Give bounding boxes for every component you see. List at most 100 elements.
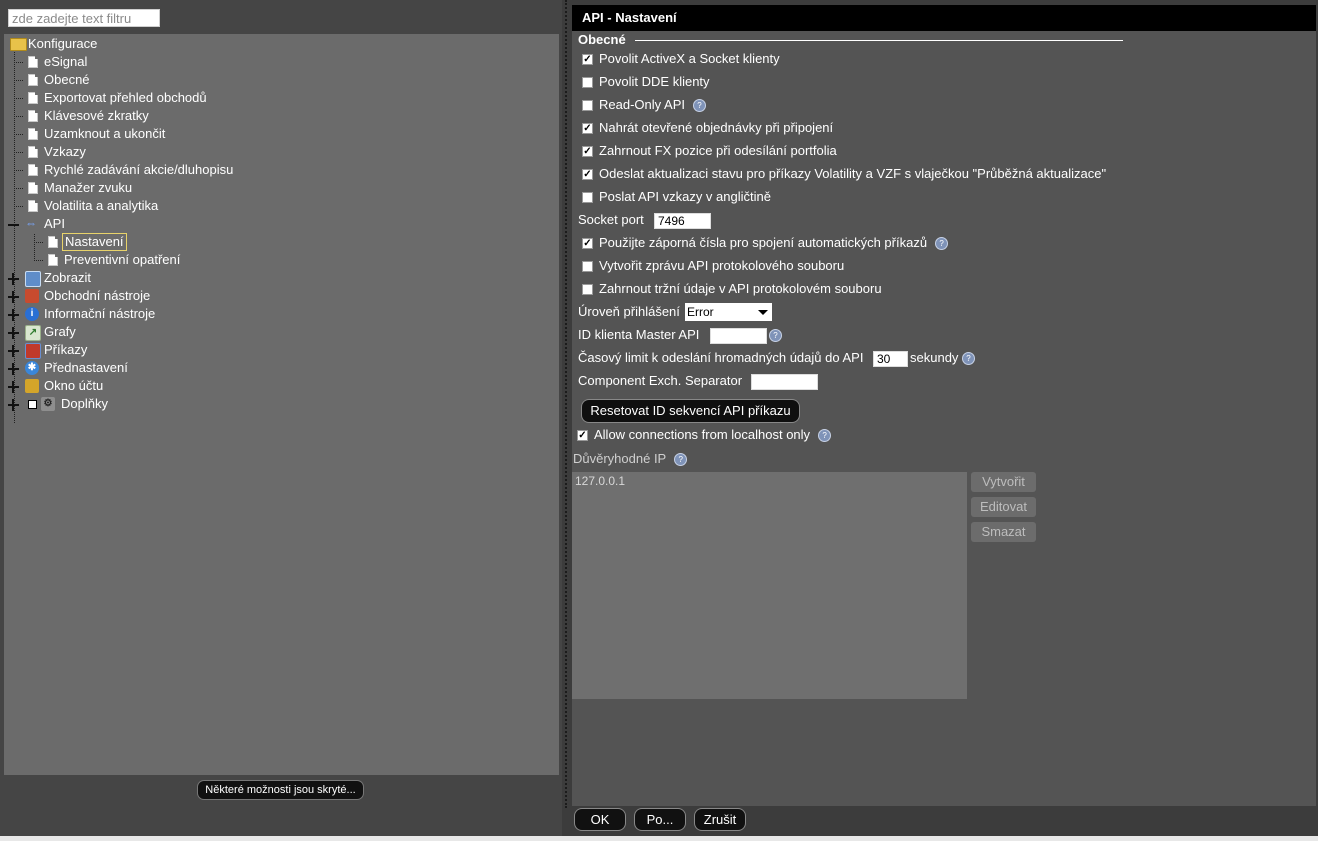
apply-button[interactable]: Po... <box>635 809 685 830</box>
panel-divider[interactable] <box>565 0 567 808</box>
tree-item-label: Klávesové zkratky <box>44 108 149 123</box>
tree-item-label: Přednastavení <box>44 360 128 375</box>
tree-item-label: Okno účtu <box>44 378 104 393</box>
checkbox[interactable] <box>582 100 593 111</box>
hidden-options-button[interactable]: Některé možnosti jsou skryté... <box>198 781 363 799</box>
component-separator-input[interactable] <box>751 374 818 390</box>
expand-icon[interactable] <box>8 291 19 303</box>
document-icon <box>28 200 38 212</box>
checkbox[interactable]: ✓ <box>577 430 588 441</box>
tree-item-label: Informační nástroje <box>44 306 156 321</box>
trading-tools-icon <box>25 289 39 303</box>
folder-icon <box>10 38 27 51</box>
log-level-value: Error <box>687 305 714 319</box>
section-divider <box>635 40 1123 41</box>
document-icon <box>48 236 58 248</box>
expand-icon[interactable] <box>8 363 19 375</box>
chevron-down-icon <box>758 310 768 315</box>
expand-icon[interactable] <box>8 273 19 285</box>
checkbox-label: Použijte záporná čísla pro spojení autom… <box>599 235 928 250</box>
collapse-icon[interactable] <box>8 219 19 230</box>
document-icon <box>28 56 38 68</box>
orders-icon <box>25 343 41 359</box>
socket-port-input[interactable]: 7496 <box>654 213 711 229</box>
checkbox-label: Allow connections from localhost only <box>594 427 811 442</box>
reset-sequence-ids-button[interactable]: Resetovat ID sekvencí API příkazu <box>582 400 799 422</box>
tree-item-label: Grafy <box>44 324 76 339</box>
master-client-id-label: ID klienta Master API <box>578 327 700 342</box>
filter-input[interactable] <box>8 9 160 27</box>
help-icon[interactable]: ? <box>818 429 832 443</box>
help-icon[interactable]: ? <box>962 352 975 365</box>
help-icon[interactable]: ? <box>935 237 949 251</box>
tree-item-label: Vzkazy <box>44 144 86 159</box>
expand-icon[interactable] <box>8 327 19 339</box>
timeout-input[interactable]: 30 <box>873 351 908 367</box>
tree-item-label: Uzamknout a ukončit <box>44 126 166 141</box>
document-icon <box>48 254 58 266</box>
tree-item-label: Preventivní opatření <box>64 252 181 267</box>
socket-port-label: Socket port <box>578 212 644 227</box>
checkbox-label: Zahrnout tržní údaje v API protokolovém … <box>599 281 882 296</box>
tree-item-label: eSignal <box>44 54 88 69</box>
checkbox[interactable]: ✓ <box>582 146 593 157</box>
document-icon <box>28 146 38 158</box>
tree-item-label: Zobrazit <box>44 270 91 285</box>
trusted-ip-list[interactable]: 127.0.0.1 <box>572 472 967 699</box>
document-icon <box>28 110 38 122</box>
taskbar-strip <box>0 836 1318 841</box>
timeout-unit: sekundy <box>910 350 959 365</box>
tree-item-label: Manažer zvuku <box>44 180 133 195</box>
document-icon <box>28 182 38 194</box>
cancel-button[interactable]: Zrušit <box>695 809 745 830</box>
tree-item-label: Doplňky <box>61 396 108 411</box>
expand-icon[interactable] <box>8 345 19 357</box>
section-title: Obecné <box>578 32 626 47</box>
list-item[interactable]: 127.0.0.1 <box>575 474 625 488</box>
edit-ip-button[interactable]: Editovat <box>971 497 1036 517</box>
tree-item-label: Rychlé zadávání akcie/dluhopisu <box>44 162 234 177</box>
panel-title: API - Nastavení <box>582 10 677 25</box>
document-icon <box>28 164 38 176</box>
tree-item-label: Exportovat přehled obchodů <box>44 90 207 105</box>
checkbox[interactable]: ✓ <box>582 54 593 65</box>
component-separator-label: Component Exch. Separator <box>578 373 743 388</box>
checkbox[interactable]: ✓ <box>582 238 593 249</box>
config-tree[interactable]: Konfigurace eSignal Obecné Exportovat př… <box>4 34 559 775</box>
account-window-icon <box>25 379 39 393</box>
tree-item-label: Obecné <box>44 72 90 87</box>
checkbox-label: Poslat API vzkazy v angličtině <box>599 189 771 204</box>
expand-icon[interactable] <box>8 399 19 411</box>
create-ip-button[interactable]: Vytvořit <box>971 472 1036 492</box>
tree-item-label: Volatilita a analytika <box>44 198 159 213</box>
checkbox[interactable] <box>582 77 593 88</box>
log-level-select[interactable]: Error <box>685 303 772 321</box>
checkbox-label: Read-Only API <box>599 97 685 112</box>
timeout-label: Časový limit k odeslání hromadných údajů… <box>578 350 864 365</box>
checkbox-label: Povolit ActiveX a Socket klienty <box>599 51 780 66</box>
checkbox[interactable] <box>582 261 593 272</box>
trusted-ip-label-text: Důvěryhodné IP <box>573 451 667 466</box>
checkbox[interactable] <box>582 284 593 295</box>
expand-icon[interactable] <box>8 381 19 393</box>
delete-ip-button[interactable]: Smazat <box>971 522 1036 542</box>
tree-guide-line <box>34 234 35 261</box>
tree-item-label: Obchodní nástroje <box>44 288 151 303</box>
panel-header: API - Nastavení <box>572 5 1316 31</box>
checkbox-label: Zahrnout FX pozice při odesílání portfol… <box>599 143 837 158</box>
expand-icon[interactable] <box>8 309 19 321</box>
tree-item-label: API <box>44 216 65 231</box>
presets-icon: ✱ <box>25 361 39 375</box>
checkbox[interactable]: ✓ <box>582 169 593 180</box>
help-icon[interactable]: ? <box>769 329 782 342</box>
checkbox[interactable]: ✓ <box>582 123 593 134</box>
master-client-id-input[interactable] <box>710 328 767 344</box>
help-icon[interactable]: ? <box>674 453 688 467</box>
checkbox[interactable] <box>582 192 593 203</box>
ok-button[interactable]: OK <box>575 809 625 830</box>
checkbox-label: Odeslat aktualizaci stavu pro příkazy Vo… <box>599 166 1107 181</box>
document-icon <box>28 74 38 86</box>
trusted-ip-label: Důvěryhodné IP? <box>573 449 688 469</box>
document-icon <box>28 92 38 104</box>
help-icon[interactable]: ? <box>693 99 706 113</box>
